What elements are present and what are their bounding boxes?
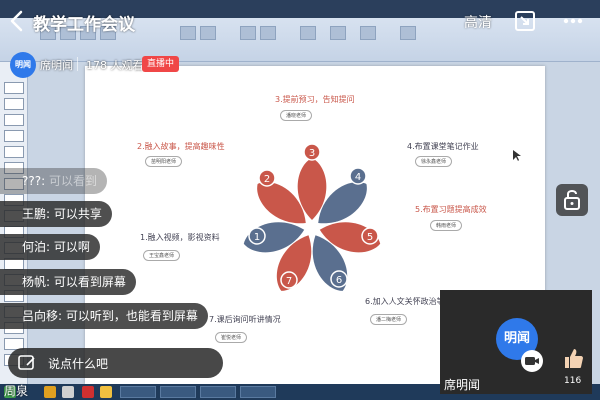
chat-message: 王鹏: 可以共享 bbox=[0, 201, 112, 227]
chat-sender: 杨帆: bbox=[22, 275, 51, 289]
slide-item-5-title: 5.布置习题提高成效 bbox=[415, 205, 487, 214]
slide-item-2-teacher: 苗明阳老师 bbox=[145, 156, 183, 167]
slide-item-6-title: 6.加入人文关怀政治等 bbox=[365, 297, 445, 306]
live-badge: 直播中 bbox=[142, 56, 180, 72]
slide-item-4-title: 4.布置课堂笔记作业 bbox=[407, 142, 479, 151]
chat-message: 吕向移: 可以听到，也能看到屏幕 bbox=[0, 303, 208, 329]
slide-item-6-teacher: 潘二梅老师 bbox=[370, 314, 408, 325]
chat-text: 可以听到，也能看到屏幕 bbox=[65, 309, 198, 323]
top-bar: 教学工作会议 高清 bbox=[0, 0, 600, 44]
svg-text:3: 3 bbox=[309, 148, 315, 159]
slide-item-3-title: 3.提前预习，告知提问 bbox=[275, 95, 355, 104]
svg-text:5: 5 bbox=[367, 232, 373, 243]
chat-message: 何泊: 可以啊 bbox=[0, 234, 100, 260]
unlock-icon bbox=[564, 190, 580, 210]
chat-sender: 王鹏: bbox=[22, 207, 51, 221]
slide-item-3-teacher: 潘晓老师 bbox=[280, 110, 313, 121]
local-user-name: 周泉 bbox=[4, 384, 29, 398]
slide-item-7-teacher: 崔悦老师 bbox=[215, 332, 248, 343]
like-count: 116 bbox=[564, 376, 582, 386]
chat-sender: 何泊: bbox=[22, 240, 51, 254]
chat-message: ???: 可以看到 bbox=[0, 168, 107, 194]
svg-text:6: 6 bbox=[336, 275, 342, 286]
viewer-count: 178 人观看 bbox=[86, 59, 144, 72]
slide-item-1-title: 1.融入视频，影视资料 bbox=[140, 233, 220, 242]
more-options-icon[interactable] bbox=[562, 14, 584, 28]
camera-switch-icon[interactable] bbox=[521, 350, 543, 372]
chat-sender: ???: bbox=[22, 174, 46, 188]
participant-name: 席明闻 bbox=[444, 378, 481, 392]
host-avatar[interactable]: 明闻 bbox=[10, 52, 36, 78]
thumbs-up-icon[interactable] bbox=[562, 346, 584, 370]
chat-sender: 吕向移: bbox=[22, 309, 63, 323]
back-arrow-icon[interactable] bbox=[8, 10, 26, 32]
chat-input[interactable] bbox=[8, 348, 223, 378]
slide-item-5-teacher: 韩雨老师 bbox=[430, 220, 463, 231]
quality-button[interactable]: 高清 bbox=[464, 12, 492, 32]
slide-item-2-title: 2.融入故事，提高趣味性 bbox=[137, 142, 225, 151]
pip-minimize-icon[interactable] bbox=[514, 10, 536, 32]
slide-item-4-teacher: 徐永鑫老师 bbox=[415, 156, 453, 167]
chat-edit-icon bbox=[18, 355, 35, 370]
chat-text: 可以共享 bbox=[53, 207, 102, 221]
host-name: 席明闻 bbox=[40, 59, 73, 72]
svg-text:1: 1 bbox=[254, 232, 260, 243]
meeting-title: 教学工作会议 bbox=[33, 15, 135, 35]
slide-item-1-teacher: 王宝鑫老师 bbox=[143, 250, 181, 261]
mouse-cursor-icon bbox=[513, 150, 521, 161]
chat-text: 可以看到 bbox=[48, 174, 97, 188]
svg-text:7: 7 bbox=[286, 276, 292, 287]
svg-text:2: 2 bbox=[264, 174, 270, 185]
slide-item-7-title: 7.课后询问听讲情况 bbox=[209, 315, 281, 324]
chat-message: 杨帆: 可以看到屏幕 bbox=[0, 269, 136, 295]
chat-text: 可以啊 bbox=[53, 240, 90, 254]
screen-lock-button[interactable] bbox=[556, 184, 588, 216]
chat-input-placeholder[interactable]: 说点什么吧 bbox=[48, 355, 108, 372]
svg-text:4: 4 bbox=[355, 172, 361, 183]
chat-text: 可以看到屏幕 bbox=[53, 275, 126, 289]
divider bbox=[77, 57, 78, 71]
